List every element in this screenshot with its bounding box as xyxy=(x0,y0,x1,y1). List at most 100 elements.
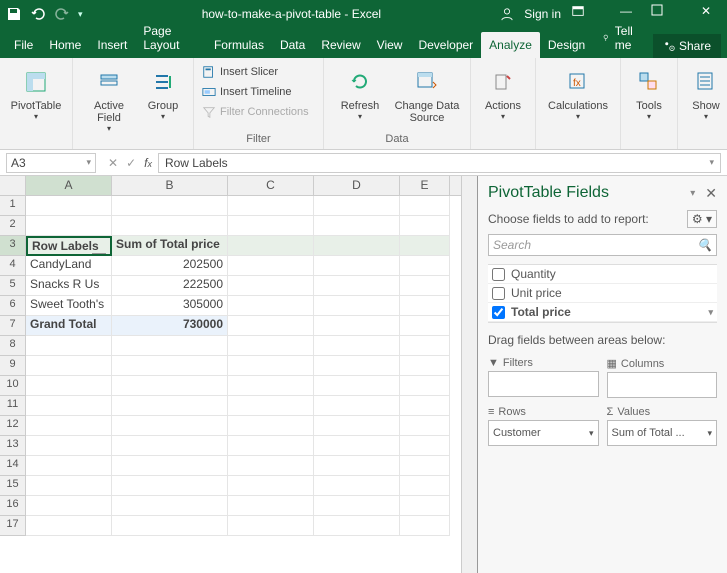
row-header[interactable]: 11 xyxy=(0,396,26,416)
cell[interactable] xyxy=(400,296,450,316)
cell[interactable] xyxy=(26,516,112,536)
pivottable-button[interactable]: PivotTable▾ xyxy=(8,62,64,121)
cell[interactable] xyxy=(26,396,112,416)
save-icon[interactable] xyxy=(6,6,22,22)
cell[interactable]: Sweet Tooth's xyxy=(26,296,112,316)
filters-dropzone[interactable] xyxy=(488,371,599,397)
row-header[interactable]: 8 xyxy=(0,336,26,356)
cell[interactable]: CandyLand xyxy=(26,256,112,276)
pane-close-icon[interactable]: ✕ xyxy=(705,185,717,202)
cell-grand-total[interactable]: Grand Total xyxy=(26,316,112,336)
cell[interactable] xyxy=(26,476,112,496)
field-checkbox[interactable] xyxy=(492,306,505,319)
cell[interactable] xyxy=(228,496,314,516)
cell[interactable] xyxy=(400,316,450,336)
cell[interactable] xyxy=(228,236,314,256)
cell[interactable] xyxy=(26,376,112,396)
change-data-source-button[interactable]: Change Data Source xyxy=(392,62,462,124)
pane-menu-icon[interactable]: ▾ xyxy=(690,188,695,199)
cell[interactable] xyxy=(314,256,400,276)
field-total-price[interactable]: Total price▾ xyxy=(488,303,717,322)
tab-data[interactable]: Data xyxy=(272,32,313,58)
cell[interactable] xyxy=(400,356,450,376)
refresh-button[interactable]: Refresh▾ xyxy=(332,62,388,124)
cell[interactable]: 730000 xyxy=(112,316,228,336)
cell[interactable] xyxy=(314,416,400,436)
cell[interactable] xyxy=(228,436,314,456)
close-icon[interactable]: ✕ xyxy=(691,4,721,24)
cell[interactable] xyxy=(314,476,400,496)
cell[interactable] xyxy=(228,476,314,496)
name-box[interactable]: A3▾ xyxy=(6,153,96,173)
show-button[interactable]: Show▾ xyxy=(686,62,726,121)
cell[interactable] xyxy=(400,216,450,236)
cell[interactable]: Snacks R Us xyxy=(26,276,112,296)
cell[interactable] xyxy=(400,396,450,416)
row-header[interactable]: 12 xyxy=(0,416,26,436)
cell[interactable] xyxy=(400,496,450,516)
signin-link[interactable]: Sign in xyxy=(524,7,561,21)
cell[interactable] xyxy=(314,296,400,316)
cell[interactable] xyxy=(314,216,400,236)
col-header-d[interactable]: D xyxy=(314,176,400,195)
cell[interactable] xyxy=(228,396,314,416)
cell[interactable] xyxy=(314,196,400,216)
row-header[interactable]: 7 xyxy=(0,316,26,336)
cell[interactable] xyxy=(228,456,314,476)
tab-view[interactable]: View xyxy=(369,32,411,58)
tab-developer[interactable]: Developer xyxy=(410,32,481,58)
cell[interactable] xyxy=(26,216,112,236)
redo-icon[interactable] xyxy=(54,6,70,22)
cell[interactable] xyxy=(112,376,228,396)
row-header[interactable]: 4 xyxy=(0,256,26,276)
values-dropzone[interactable]: Sum of Total ...▾ xyxy=(607,420,718,446)
cell[interactable] xyxy=(400,516,450,536)
select-all-corner[interactable] xyxy=(0,176,26,195)
cell[interactable] xyxy=(26,336,112,356)
row-header[interactable]: 5 xyxy=(0,276,26,296)
group-button[interactable]: Group▾ xyxy=(141,62,185,133)
cell[interactable] xyxy=(400,236,450,256)
tab-analyze[interactable]: Analyze xyxy=(481,32,540,58)
cell[interactable] xyxy=(400,336,450,356)
cell[interactable] xyxy=(112,396,228,416)
cell[interactable] xyxy=(112,456,228,476)
cell[interactable] xyxy=(112,416,228,436)
tab-review[interactable]: Review xyxy=(313,32,368,58)
cell[interactable] xyxy=(228,316,314,336)
cell[interactable]: 202500 xyxy=(112,256,228,276)
tab-design[interactable]: Design xyxy=(540,32,593,58)
cell-row-labels[interactable]: Row Labels▾ xyxy=(26,236,112,256)
account-icon[interactable] xyxy=(500,7,514,21)
gear-icon[interactable]: ⚙ ▾ xyxy=(687,210,717,228)
tab-home[interactable]: Home xyxy=(41,32,89,58)
tell-me[interactable]: Tell me xyxy=(593,18,653,58)
undo-icon[interactable] xyxy=(30,6,46,22)
tab-insert[interactable]: Insert xyxy=(89,32,135,58)
row-header[interactable]: 1 xyxy=(0,196,26,216)
cell[interactable] xyxy=(314,376,400,396)
row-header[interactable]: 13 xyxy=(0,436,26,456)
row-header[interactable]: 16 xyxy=(0,496,26,516)
cell[interactable] xyxy=(26,416,112,436)
cell[interactable] xyxy=(400,376,450,396)
col-header-e[interactable]: E xyxy=(400,176,450,195)
field-checkbox[interactable] xyxy=(492,268,505,281)
cell[interactable] xyxy=(314,336,400,356)
insert-timeline-button[interactable]: Insert Timeline xyxy=(202,82,315,102)
row-header[interactable]: 14 xyxy=(0,456,26,476)
cell[interactable] xyxy=(400,476,450,496)
cell[interactable] xyxy=(314,356,400,376)
cell[interactable] xyxy=(400,256,450,276)
cell[interactable]: 305000 xyxy=(112,296,228,316)
actions-button[interactable]: Actions▾ xyxy=(479,62,527,121)
cell[interactable] xyxy=(314,516,400,536)
cell[interactable] xyxy=(112,356,228,376)
cell[interactable] xyxy=(400,416,450,436)
cell[interactable] xyxy=(112,216,228,236)
cell[interactable] xyxy=(228,276,314,296)
fx-icon[interactable]: fx xyxy=(144,156,152,170)
cell[interactable] xyxy=(400,456,450,476)
cell[interactable] xyxy=(112,496,228,516)
cell[interactable] xyxy=(228,356,314,376)
